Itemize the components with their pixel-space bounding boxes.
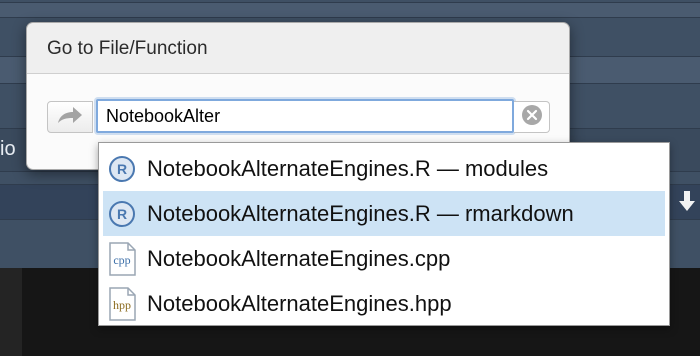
ide-console-gutter: [0, 268, 22, 356]
svg-text:R: R: [117, 206, 127, 222]
suggestion-label: NotebookAlternateEngines.cpp: [147, 245, 451, 271]
suggestion-label: NotebookAlternateEngines.R — modules: [147, 155, 549, 181]
go-button[interactable]: [47, 101, 93, 133]
clear-search-button[interactable]: [514, 101, 550, 133]
dialog-title: Go to File/Function: [47, 38, 208, 59]
suggestion-item[interactable]: hpp NotebookAlternateEngines.hpp: [103, 281, 665, 326]
svg-text:cpp: cpp: [113, 253, 130, 267]
search-input[interactable]: [96, 99, 514, 133]
r-file-icon: R: [105, 197, 139, 231]
clear-circle-icon: [521, 104, 543, 131]
arrow-down-icon[interactable]: [674, 186, 700, 216]
suggestion-list: R NotebookAlternateEngines.R — modules R…: [98, 142, 670, 326]
hpp-file-icon: hpp: [105, 286, 139, 321]
dialog-header: Go to File/Function: [27, 23, 569, 74]
svg-text:R: R: [117, 161, 127, 177]
r-file-icon: R: [105, 152, 139, 186]
suggestion-item[interactable]: R NotebookAlternateEngines.R — modules: [103, 146, 665, 191]
suggestion-item[interactable]: cpp NotebookAlternateEngines.cpp: [103, 236, 665, 281]
cpp-file-icon: cpp: [105, 241, 139, 276]
suggestion-label: NotebookAlternateEngines.hpp: [147, 290, 452, 316]
suggestion-label: NotebookAlternateEngines.R — rmarkdown: [147, 200, 574, 226]
suggestion-item-selected[interactable]: R NotebookAlternateEngines.R — rmarkdown: [103, 191, 665, 236]
ide-partial-label: io: [0, 138, 16, 160]
ide-toolbar-strip: [0, 2, 700, 18]
svg-text:hpp: hpp: [113, 298, 131, 312]
forward-arrow-icon: [56, 104, 84, 131]
